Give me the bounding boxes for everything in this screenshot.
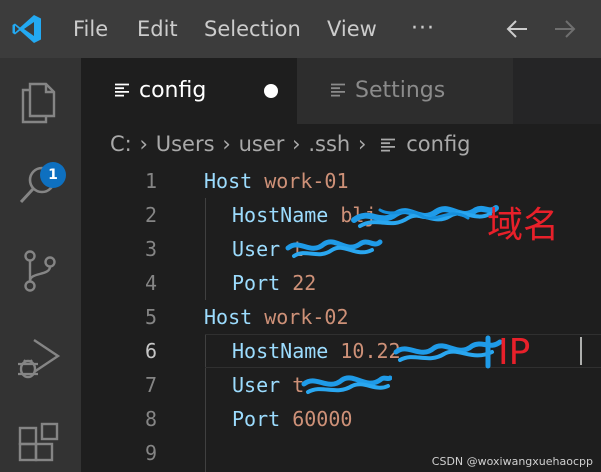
code-line: 1 Host work-01 <box>81 164 601 198</box>
breadcrumb-item[interactable]: C: <box>110 132 132 156</box>
tab-bar: config Settings <box>81 58 601 124</box>
line-number: 2 <box>144 203 157 227</box>
file-lines-icon <box>381 138 396 152</box>
tab-settings[interactable]: Settings <box>297 58 513 124</box>
annotation-domain: 域名 <box>487 205 560 246</box>
config-key: Host <box>204 305 253 329</box>
chevron-right-icon: › <box>358 132 367 156</box>
line-number: 9 <box>144 441 157 465</box>
breadcrumb-item[interactable]: .ssh <box>308 132 350 156</box>
chevron-right-icon: › <box>139 132 148 156</box>
menu-more-button[interactable]: ··· <box>411 0 435 58</box>
menu-selection[interactable]: Selection <box>204 0 301 58</box>
line-number: 5 <box>144 305 157 329</box>
arrow-right-icon[interactable] <box>552 16 578 42</box>
redaction-scribble <box>285 239 383 258</box>
tab-config[interactable]: config <box>81 58 297 124</box>
config-value: 60000 <box>292 407 353 431</box>
breadcrumb-item[interactable]: config <box>406 132 470 156</box>
config-key: HostName <box>232 339 329 363</box>
run-debug-icon[interactable] <box>16 336 62 382</box>
file-lines-icon <box>331 83 345 97</box>
config-value: 22 <box>292 271 317 295</box>
line-number: 6 <box>144 339 157 363</box>
line-number: 8 <box>144 407 157 431</box>
line-number: 3 <box>144 237 157 261</box>
line-number: 1 <box>144 169 157 193</box>
menu-view[interactable]: View <box>327 0 377 58</box>
redaction-scribble <box>393 335 503 369</box>
tab-label: Settings <box>355 78 446 103</box>
code-line: 8 Port 60000 <box>81 402 601 436</box>
file-lines-icon <box>115 83 129 97</box>
code-line: 5 Host work-02 <box>81 300 601 334</box>
vscode-logo-icon <box>12 15 41 43</box>
chevron-right-icon: › <box>222 132 231 156</box>
breadcrumb: C: › Users › user › .ssh › config <box>110 124 471 164</box>
config-key: User <box>232 237 281 261</box>
source-control-icon[interactable] <box>16 248 62 294</box>
config-key: Port <box>232 407 281 431</box>
unsaved-dot-icon[interactable] <box>264 84 278 98</box>
menu-edit[interactable]: Edit <box>137 0 178 58</box>
config-value: work-01 <box>264 169 349 193</box>
menu-file[interactable]: File <box>73 0 108 58</box>
code-line: 4 Port 22 <box>81 266 601 300</box>
breadcrumb-item[interactable]: Users <box>156 132 215 156</box>
arrow-left-icon[interactable] <box>504 16 530 42</box>
explorer-badge: 1 <box>40 162 66 188</box>
extensions-icon[interactable] <box>16 422 62 468</box>
config-key: HostName <box>232 203 329 227</box>
breadcrumb-item[interactable]: user <box>239 132 285 156</box>
config-key: Host <box>204 169 253 193</box>
explorer-icon[interactable] <box>16 80 62 126</box>
config-key: User <box>232 373 281 397</box>
tab-label: config <box>139 78 207 103</box>
line-number: 4 <box>144 271 157 295</box>
redaction-scribble <box>301 375 392 394</box>
activity-bar: 1 <box>0 58 81 472</box>
text-cursor <box>580 337 582 365</box>
title-bar: File Edit Selection View ··· <box>0 0 601 58</box>
config-value: work-02 <box>264 305 349 329</box>
watermark: CSDN @woxiwangxuehaocpp <box>431 455 593 468</box>
config-key: Port <box>232 271 281 295</box>
redaction-scribble <box>351 205 499 228</box>
chevron-right-icon: › <box>292 132 301 156</box>
annotation-ip: IP <box>498 332 531 373</box>
line-number: 7 <box>144 373 157 397</box>
